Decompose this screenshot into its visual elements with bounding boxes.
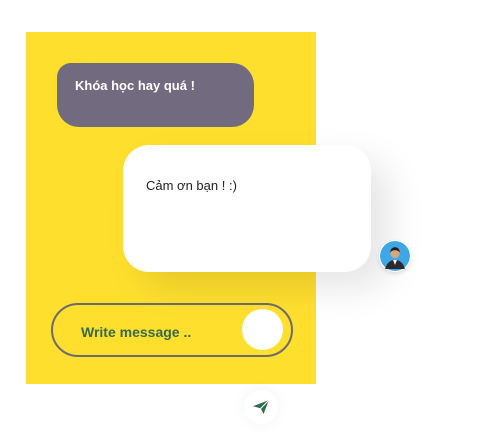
user-avatar-icon: [379, 240, 411, 272]
sent-message-bubble: Khóa học hay quá !: [57, 63, 254, 127]
send-button[interactable]: [244, 390, 278, 424]
paper-plane-icon: [253, 399, 270, 414]
composer-toggle-knob[interactable]: [242, 309, 283, 350]
reply-message-bubble: Cảm ơn bạn ! :): [123, 145, 371, 272]
message-composer: [51, 303, 293, 357]
user-avatar: [379, 240, 411, 272]
sent-message-text: Khóa học hay quá !: [75, 78, 195, 93]
message-input[interactable]: [81, 323, 231, 341]
reply-message-text: Cảm ơn bạn ! :): [146, 178, 237, 193]
chat-widget: Khóa học hay quá ! Cảm ơn bạn ! :): [0, 0, 477, 434]
